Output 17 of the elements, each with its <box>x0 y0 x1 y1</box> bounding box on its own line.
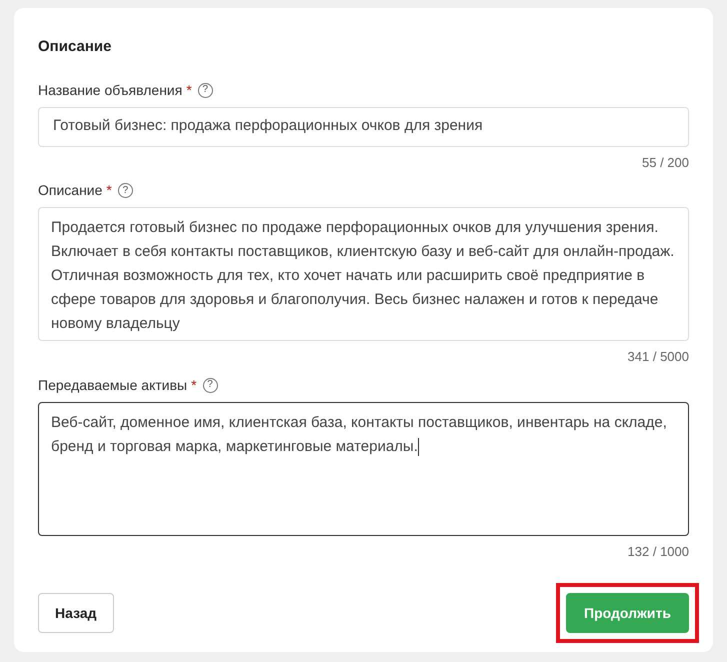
field-label: Передаваемые активы <box>38 376 188 395</box>
title-input-field[interactable]: Готовый бизнес: продажа перфорационных очков для зрения <box>38 106 689 146</box>
character-counter: 132 / 1000 <box>628 542 689 560</box>
help-icon[interactable]: ? <box>118 183 133 198</box>
text-area-field[interactable]: Продается готовый бизнес по продаже перфорационных очков для улучшения зрения. Включает в себя контакты поставщиков, клиентскую базу и веб-сайт для онлайн-продаж. Отличная возможность для тех, кто хочет начать или расширить своё предприятие в сфере товаров для здоровья и благополучия. Весь бизнес налажен и готов к передаче новому владельцу <box>38 207 689 341</box>
section-title: Описание <box>38 37 112 57</box>
text-area-field[interactable]: Веб-сайт, доменное имя, клиентская база, контакты поставщиков, инвентарь на складе, бренд и торговая марка, маркетинговые материалы. <box>38 402 689 536</box>
character-counter: 55 / 200 <box>642 154 689 172</box>
back-button[interactable]: Назад <box>38 593 114 633</box>
help-icon[interactable]: ? <box>198 82 213 98</box>
field-label: Название объявления <box>38 80 182 100</box>
field-label: Описание <box>38 181 102 200</box>
help-icon[interactable]: ? <box>202 378 218 392</box>
required-mark: * <box>106 181 112 200</box>
required-mark: * <box>186 80 192 100</box>
required-mark: * <box>191 376 197 394</box>
character-counter: 341 / 5000 <box>628 348 689 366</box>
